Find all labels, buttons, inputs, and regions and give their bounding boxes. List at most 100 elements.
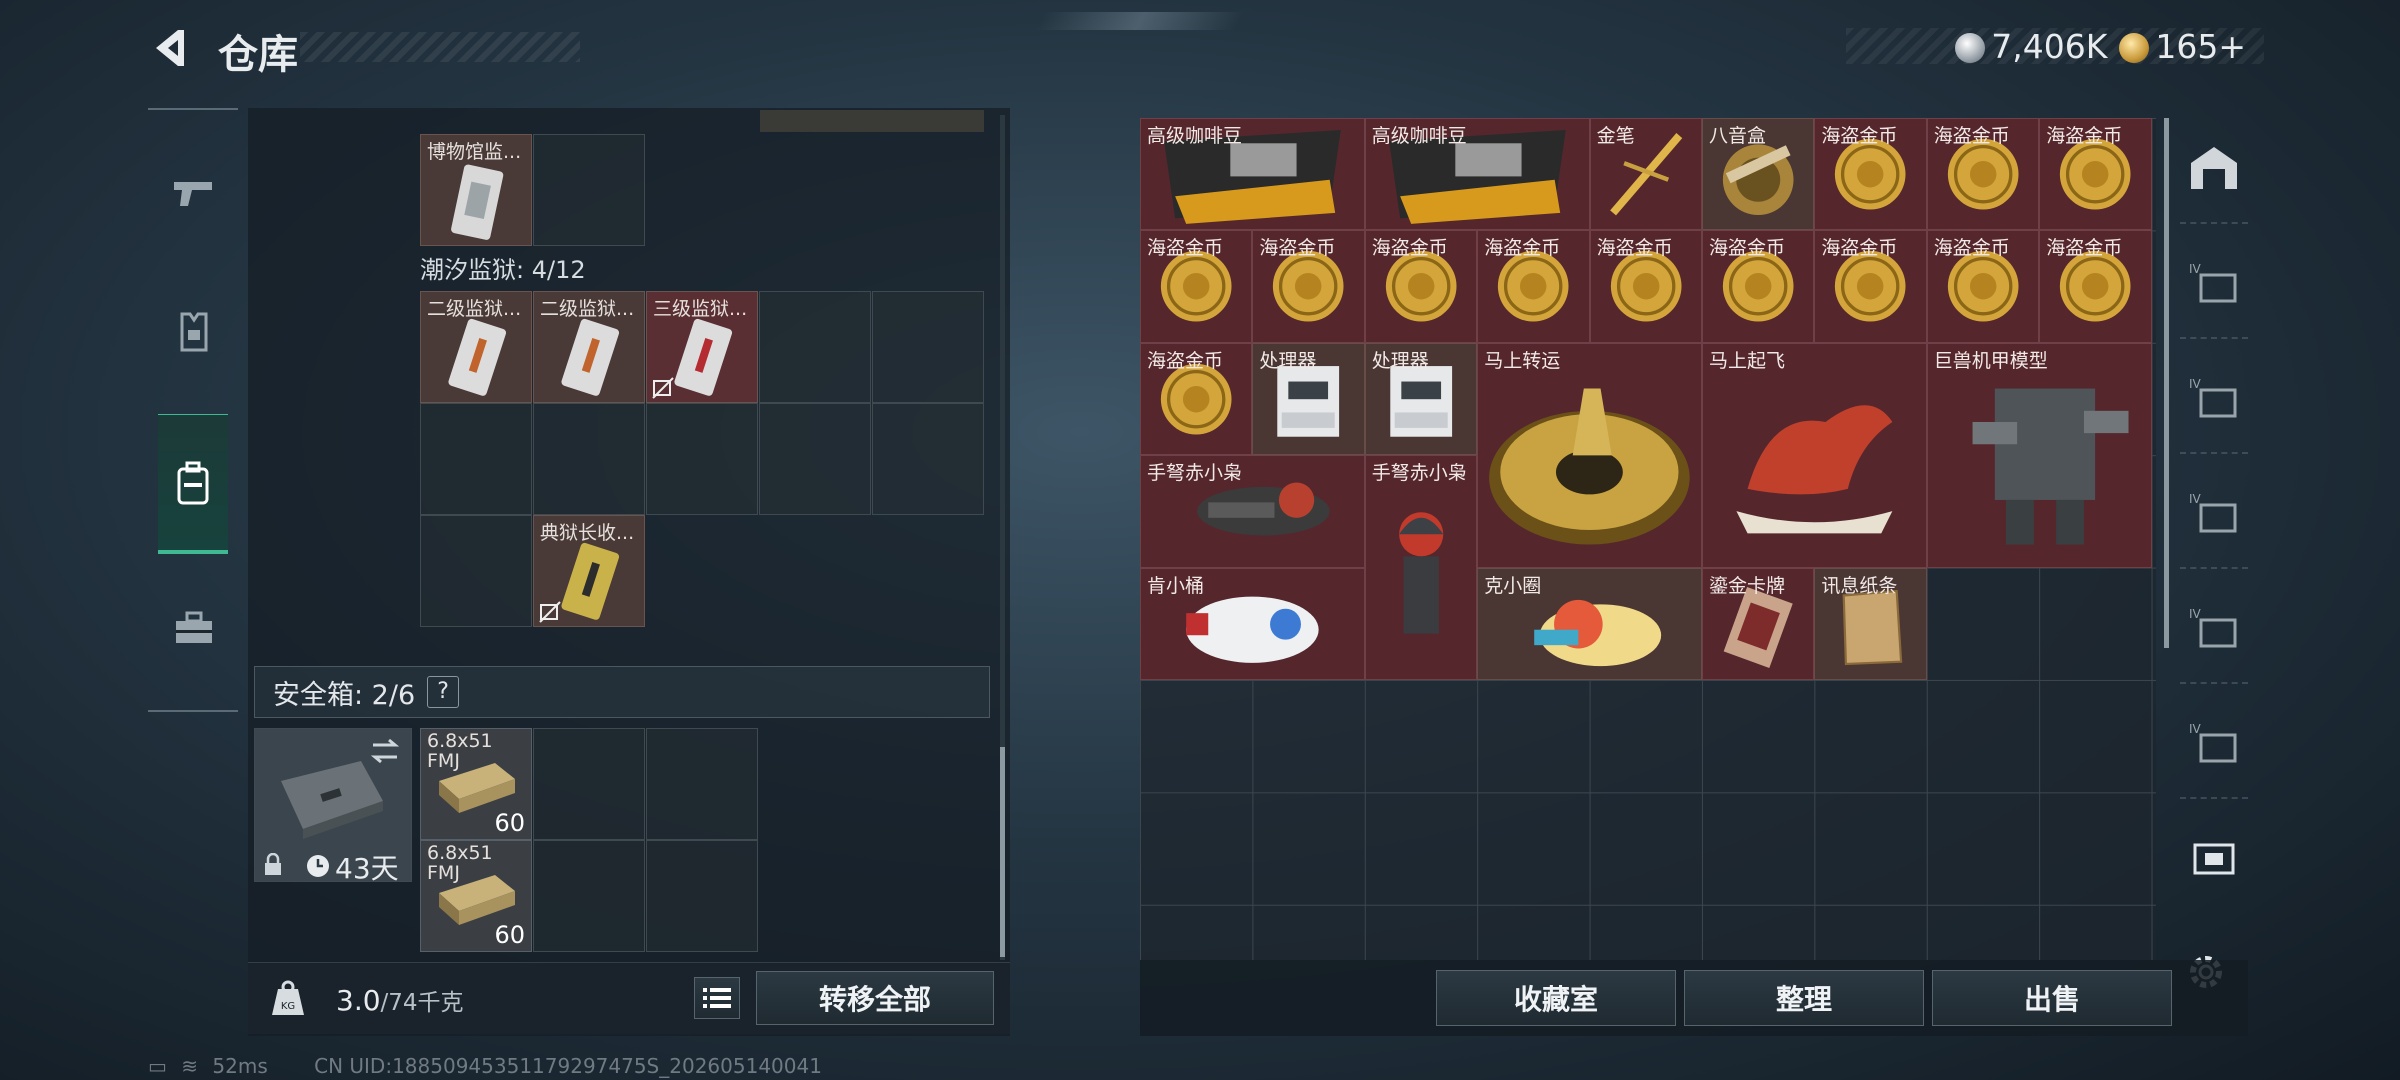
warehouse-item[interactable]: 金笔 [1589,118,1702,231]
empty-slot[interactable] [872,403,984,515]
warehouse-item[interactable]: 海盗金币 [2039,230,2152,343]
item-name: 金笔 [1596,125,1635,147]
item-name: 海盗金币 [1147,349,1224,372]
list-view-button[interactable] [694,977,740,1019]
safe-box-title: 安全箱: 2/6 [273,679,416,711]
lock-icon [265,853,281,875]
item-name: 克小圈 [1484,574,1542,597]
empty-slot[interactable] [420,403,532,515]
warehouse-item[interactable]: 马上转运 [1477,342,1702,568]
nav-armor[interactable] [162,300,226,364]
partial-row [760,110,984,132]
warehouse-item[interactable]: 海盗金币 [1702,230,1815,343]
empty-slot[interactable] [759,291,871,403]
organize-button[interactable]: 整理 [1684,970,1924,1026]
warehouse-item[interactable]: 海盗金币 [1589,230,1702,343]
warehouse-item[interactable]: 海盗金币 [1140,230,1253,343]
item-name: 马上转运 [1484,349,1561,372]
warehouse-item[interactable]: 处理器 [1252,342,1365,456]
warehouse-item[interactable]: 克小圈 [1477,567,1702,680]
warehouse-item[interactable]: 八音盒 [1702,118,1815,231]
item-name: 肯小桶 [1147,574,1205,597]
nav-supplies[interactable] [162,596,226,660]
warehouse-item[interactable]: 讯息纸条 [1814,567,1927,680]
item-name: 海盗金币 [1709,237,1786,260]
tab-storage-2[interactable]: IV [2180,344,2248,454]
tab-storage-6[interactable] [2180,804,2248,914]
nav-backpack[interactable] [158,414,228,554]
empty-slot[interactable] [420,515,532,627]
warehouse-item[interactable]: 海盗金币 [2039,118,2152,231]
ammo-slot-1[interactable]: 6.8x51 FMJ 60 [420,728,532,840]
empty-slot[interactable] [646,840,758,952]
empty-slot[interactable] [533,403,645,515]
empty-slot[interactable] [646,728,758,840]
ammo-slot-2[interactable]: 6.8x51 FMJ 60 [420,840,532,952]
page-title: 仓库 [218,32,298,78]
item-name: 手弩赤小枭 [1147,462,1243,485]
item-name: 海盗金币 [1596,237,1673,260]
tab-storage-4[interactable]: IV [2180,574,2248,684]
warehouse-item[interactable]: 手弩赤小枭 [1140,455,1365,568]
warehouse-item[interactable]: 海盗金币 [1814,118,1927,231]
empty-slot[interactable] [759,403,871,515]
tab-storage-5[interactable]: IV [2180,689,2248,799]
warehouse-item[interactable]: 手弩赤小枭 [1364,455,1478,680]
item-name: 海盗金币 [1259,237,1336,260]
item-museum-card[interactable]: 博物馆监... [420,134,532,246]
empty-slot[interactable] [646,403,758,515]
warehouse-item[interactable]: 海盗金币 [1140,342,1253,456]
max-weight: /74千克 [380,990,464,1016]
empty-slot[interactable] [872,291,984,403]
warehouse-item[interactable]: 海盗金币 [1926,118,2040,231]
left-scrollbar[interactable] [1000,115,1005,960]
warehouse-item[interactable]: 海盗金币 [1252,230,1365,343]
warehouse-item[interactable]: 处理器 [1364,342,1478,456]
storage-icon [2193,843,2235,875]
transfer-all-button[interactable]: 转移全部 [756,971,994,1025]
warehouse-item[interactable]: 海盗金币 [1364,230,1478,343]
swap-icon[interactable] [369,737,401,765]
sell-button[interactable]: 出售 [1932,970,2172,1026]
prison-item-4[interactable]: 典狱长收... [533,515,645,627]
wifi-icon: ≋ [181,1054,199,1078]
warehouse-item[interactable]: 巨兽机甲模型 [1926,342,2152,568]
no-trade-icon [539,601,561,623]
wheel-icon [1489,388,1690,545]
prison-item-2[interactable]: 二级监狱... [533,291,645,403]
warehouse-item[interactable]: 高级咖啡豆 [1140,118,1365,231]
warehouse-item[interactable]: 鎏金卡牌 [1702,567,1815,680]
warehouse-item[interactable]: 马上起飞 [1702,342,1927,568]
tab-storage-3[interactable]: IV [2180,459,2248,569]
safe-box-timer: 43天 [335,852,399,885]
ammo-count: 60 [494,921,525,949]
help-button[interactable]: ? [427,676,460,708]
battery-icon: ▭ [148,1054,167,1078]
scroll-thumb[interactable] [1000,747,1005,957]
prison-item-3[interactable]: 三级监狱... [646,291,758,403]
tab-all[interactable] [2180,114,2248,224]
empty-slot[interactable] [533,840,645,952]
warehouse-item[interactable]: 肯小桶 [1140,567,1365,680]
pistol-icon [174,182,212,206]
back-arrow-icon[interactable] [148,26,192,70]
tab-storage-1[interactable]: IV [2180,229,2248,339]
keycard-icon [561,318,620,396]
warehouse-item[interactable]: 海盗金币 [1926,230,2040,343]
mech-icon [1972,388,2129,545]
empty-slot[interactable] [533,728,645,840]
warehouse-item[interactable]: 海盗金币 [1477,230,1590,343]
horse-icon [1736,405,1893,534]
safe-box-container[interactable]: 43天 [254,728,412,885]
warehouse-item[interactable]: 高级咖啡豆 [1364,118,1590,231]
nav-weapons[interactable] [162,160,226,224]
right-scrollbar[interactable] [2164,118,2169,648]
item-name: 马上起飞 [1709,349,1786,372]
silver-coin-display[interactable]: 7,406K [1955,27,2107,66]
empty-slot[interactable] [533,134,645,246]
warehouse-item[interactable]: 海盗金币 [1814,230,1927,343]
keycard-icon [561,542,620,620]
collection-room-button[interactable]: 收藏室 [1436,970,1676,1026]
prison-item-1[interactable]: 二级监狱... [420,291,532,403]
gold-coin-display[interactable]: 165+ [2119,27,2246,66]
